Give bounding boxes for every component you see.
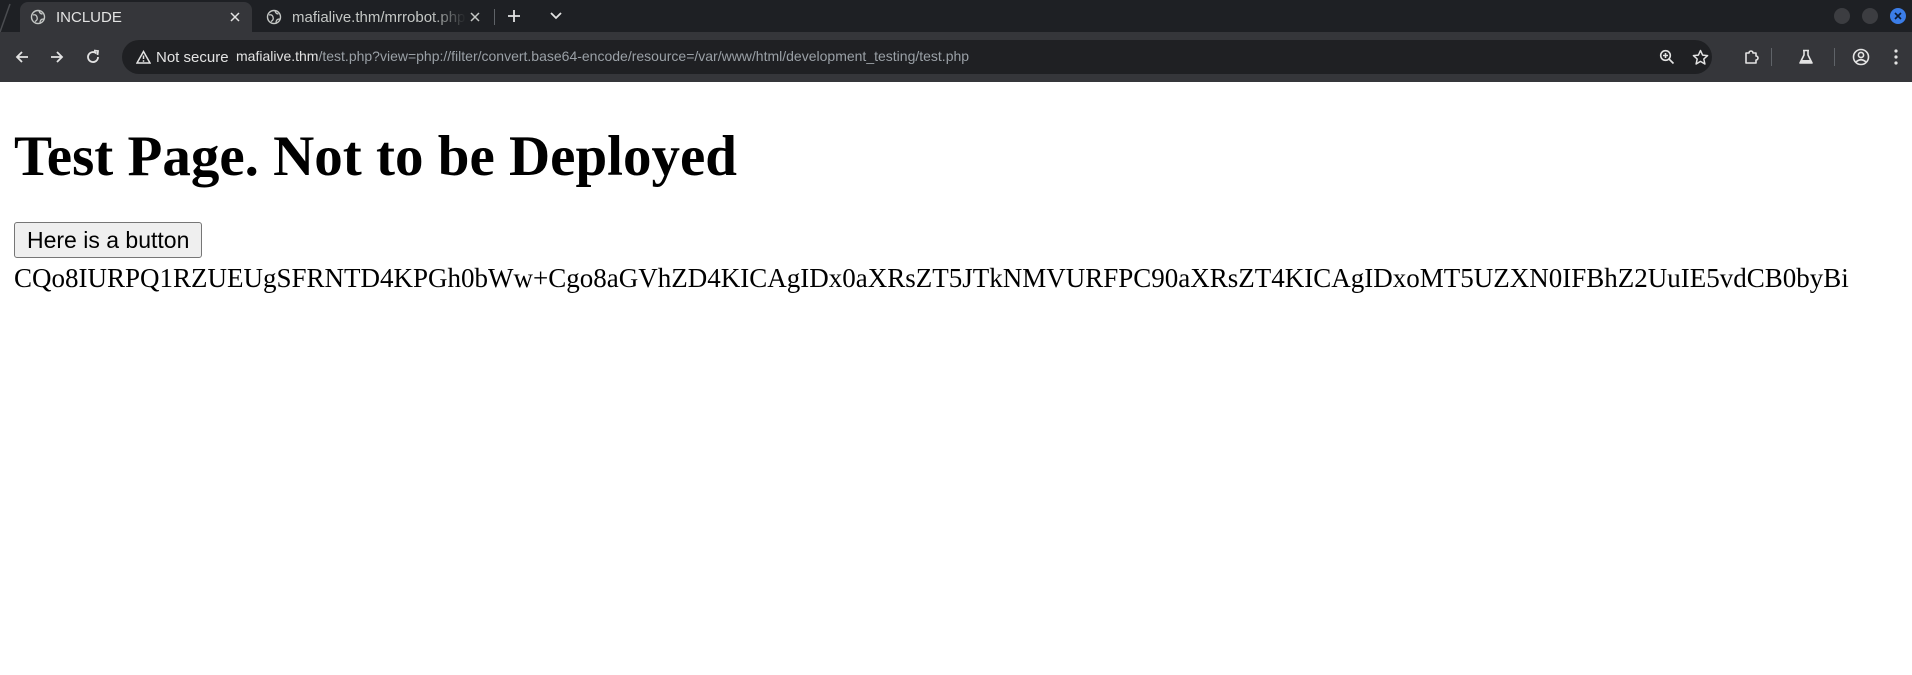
tab-include[interactable]: INCLUDE (20, 2, 252, 32)
tab-strip-edge (0, 0, 12, 33)
reload-button[interactable] (80, 44, 106, 70)
kebab-menu-icon (1894, 49, 1898, 65)
window-close-button[interactable] (1890, 8, 1906, 24)
here-is-a-button[interactable]: Here is a button (14, 222, 203, 258)
toolbar-divider (1771, 48, 1772, 66)
star-icon[interactable] (1690, 47, 1710, 67)
maximize-button[interactable] (1862, 8, 1878, 24)
url-text[interactable]: mafialive.thm/test.php?view=php://filter… (236, 48, 969, 64)
page-viewport: Test Page. Not to be Deployed Here is a … (0, 82, 1912, 675)
url-path: /test.php?view=php://filter/convert.base… (318, 48, 970, 64)
browser-toolbar: Not secure mafialive.thm/test.php?view=p… (0, 32, 1912, 82)
new-tab-button[interactable] (502, 4, 526, 28)
forward-button[interactable] (44, 44, 70, 70)
security-chip[interactable]: Not secure (130, 45, 235, 69)
labs-button[interactable] (1793, 44, 1819, 70)
globe-icon (30, 9, 46, 25)
close-icon[interactable] (466, 8, 484, 26)
puzzle-icon (1745, 50, 1759, 64)
profile-button[interactable] (1848, 44, 1874, 70)
tab-search-button[interactable] (544, 4, 568, 28)
toolbar-divider (1834, 48, 1835, 66)
minimize-button[interactable] (1834, 8, 1850, 24)
warning-icon (136, 50, 151, 64)
tab-strip: INCLUDE mafialive.thm/mrrobot.php (0, 0, 1912, 33)
security-label: Not secure (156, 48, 229, 66)
extensions-button[interactable] (1739, 44, 1765, 70)
zoom-icon[interactable] (1657, 47, 1677, 67)
menu-button[interactable] (1886, 44, 1906, 70)
close-icon (1894, 12, 1902, 20)
back-button[interactable] (9, 44, 35, 70)
base64-output: CQo8IURPQ1RZUEUgSFRNTD4KPGh0bWw+Cgo8aGVh… (14, 263, 1849, 293)
page-heading: Test Page. Not to be Deployed (14, 125, 737, 188)
url-host: mafialive.thm (236, 48, 319, 64)
plus-icon (508, 10, 520, 22)
tab-title: mafialive.thm/mrrobot.php (292, 8, 466, 26)
chevron-down-icon (550, 12, 562, 20)
address-bar[interactable]: Not secure mafialive.thm/test.php?view=p… (122, 40, 1712, 74)
tab-divider (494, 9, 495, 25)
close-icon[interactable] (226, 8, 244, 26)
flask-icon (1799, 49, 1813, 64)
reload-icon (87, 49, 100, 63)
tab-title: INCLUDE (56, 8, 122, 26)
globe-icon (266, 9, 282, 25)
forward-arrow-icon (51, 51, 64, 63)
tab-mrrobot[interactable]: mafialive.thm/mrrobot.php (256, 2, 492, 32)
back-arrow-icon (15, 51, 28, 63)
profile-icon (1852, 48, 1870, 66)
